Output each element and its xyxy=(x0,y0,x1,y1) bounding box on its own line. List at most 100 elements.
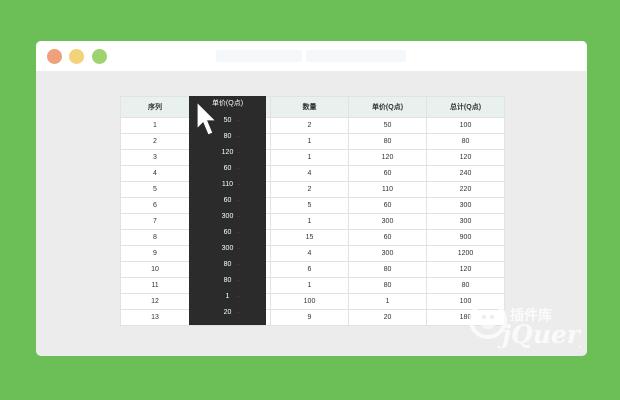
column-header-total[interactable]: 总计(Q点) xyxy=(426,96,505,118)
table-row: 9 4 300 1200 xyxy=(120,245,505,262)
table-row: 6 5 60 300 xyxy=(120,197,505,214)
app-window: 序列 数量 单价(Q点) 总计(Q点) 1 2 50 100 2 1 80 80 3 1 120 12… xyxy=(36,41,587,356)
qty-cell: 15 xyxy=(270,229,349,246)
price-cell: 300 xyxy=(348,213,427,230)
maximize-window-button[interactable] xyxy=(92,49,107,64)
price-cell: 80 xyxy=(348,261,427,278)
qty-cell: 1 xyxy=(270,149,349,166)
dragged-cell-value: 1 xyxy=(225,293,230,300)
column-header-seq[interactable]: 序列 xyxy=(120,96,190,118)
resize-marker xyxy=(237,312,240,313)
seq-cell: 5 xyxy=(120,181,190,198)
table-row: 13 9 20 180 xyxy=(120,309,505,326)
dragged-column-cell: 120 xyxy=(189,145,266,161)
qty-cell: 6 xyxy=(270,261,349,278)
dragged-column-cell: 300 xyxy=(189,241,266,257)
seq-cell: 8 xyxy=(120,229,190,246)
qty-cell: 1 xyxy=(270,213,349,230)
qty-cell: 4 xyxy=(270,245,349,262)
table-row: 1 2 50 100 xyxy=(120,117,505,134)
total-cell: 80 xyxy=(426,277,505,294)
seq-cell: 12 xyxy=(120,293,190,310)
resize-marker xyxy=(237,248,240,249)
seq-cell: 6 xyxy=(120,197,190,214)
dragged-column-cell: 80 xyxy=(189,257,266,273)
total-cell: 120 xyxy=(426,261,505,278)
dragged-cell-value: 60 xyxy=(223,229,232,236)
table-header-row: 序列 数量 单价(Q点) 总计(Q点) xyxy=(120,96,505,118)
dragged-cell-value: 80 xyxy=(223,133,232,140)
total-cell: 120 xyxy=(426,149,505,166)
total-cell: 240 xyxy=(426,165,505,182)
dragged-cell-value: 20 xyxy=(223,309,232,316)
qty-cell: 1 xyxy=(270,133,349,150)
qty-cell: 2 xyxy=(270,117,349,134)
dragged-cell-value: 80 xyxy=(223,261,232,268)
total-cell: 220 xyxy=(426,181,505,198)
resize-marker xyxy=(237,184,240,185)
dragged-column-cell: 300 xyxy=(189,209,266,225)
dragged-cell-value: 300 xyxy=(221,245,234,252)
table-row: 10 6 80 120 xyxy=(120,261,505,278)
seq-cell: 10 xyxy=(120,261,190,278)
seq-cell: 1 xyxy=(120,117,190,134)
title-bar xyxy=(36,41,587,71)
table-row: 3 1 120 120 xyxy=(120,149,505,166)
resize-marker xyxy=(237,296,240,297)
address-bar-placeholder xyxy=(306,50,406,62)
seq-cell: 3 xyxy=(120,149,190,166)
qty-cell: 2 xyxy=(270,181,349,198)
price-cell: 80 xyxy=(348,133,427,150)
qty-cell: 5 xyxy=(270,197,349,214)
column-header-price[interactable]: 单价(Q点) xyxy=(348,96,427,118)
column-header-qty[interactable]: 数量 xyxy=(270,96,349,118)
seq-cell: 11 xyxy=(120,277,190,294)
dragged-column-cell: 60 xyxy=(189,161,266,177)
table-row: 11 1 80 80 xyxy=(120,277,505,294)
dragged-column-cell: 1 xyxy=(189,289,266,305)
total-cell: 100 xyxy=(426,117,505,134)
resize-marker xyxy=(237,152,240,153)
dragged-column-cell: 80 xyxy=(189,273,266,289)
data-table: 序列 数量 单价(Q点) 总计(Q点) 1 2 50 100 2 1 80 80 3 1 120 12… xyxy=(120,96,505,326)
dragged-cell-value: 60 xyxy=(223,165,232,172)
qty-cell: 9 xyxy=(270,309,349,326)
minimize-window-button[interactable] xyxy=(69,49,84,64)
dragged-column-cell: 60 xyxy=(189,225,266,241)
resize-marker xyxy=(237,200,240,201)
close-window-button[interactable] xyxy=(47,49,62,64)
price-cell: 80 xyxy=(348,277,427,294)
qty-cell: 1 xyxy=(270,277,349,294)
dragged-cell-value: 120 xyxy=(221,149,234,156)
dragged-cell-value: 50 xyxy=(223,117,232,124)
watermark-text: jQuery xyxy=(497,320,581,348)
price-cell: 60 xyxy=(348,229,427,246)
price-cell: 110 xyxy=(348,181,427,198)
total-cell: 900 xyxy=(426,229,505,246)
resize-marker xyxy=(237,120,240,121)
dragged-cell-value: 110 xyxy=(221,181,234,188)
qty-cell: 100 xyxy=(270,293,349,310)
price-cell: 60 xyxy=(348,165,427,182)
price-cell: 60 xyxy=(348,197,427,214)
total-cell: 80 xyxy=(426,133,505,150)
dragged-cell-value: 80 xyxy=(223,277,232,284)
price-cell: 120 xyxy=(348,149,427,166)
seq-cell: 2 xyxy=(120,133,190,150)
dragged-cell-value: 60 xyxy=(223,197,232,204)
total-cell: 1200 xyxy=(426,245,505,262)
resize-marker xyxy=(237,216,240,217)
resize-marker xyxy=(237,232,240,233)
table-row: 8 15 60 900 xyxy=(120,229,505,246)
dragged-cell-value: 300 xyxy=(221,213,234,220)
qty-cell: 4 xyxy=(270,165,349,182)
dragged-column-cell: 110 xyxy=(189,177,266,193)
total-cell: 300 xyxy=(426,197,505,214)
price-cell: 50 xyxy=(348,117,427,134)
resize-marker xyxy=(237,280,240,281)
table-row: 5 2 110 220 xyxy=(120,181,505,198)
table-row: 2 1 80 80 xyxy=(120,133,505,150)
resize-marker xyxy=(237,136,240,137)
mouse-pointer-icon xyxy=(196,101,218,136)
price-cell: 300 xyxy=(348,245,427,262)
